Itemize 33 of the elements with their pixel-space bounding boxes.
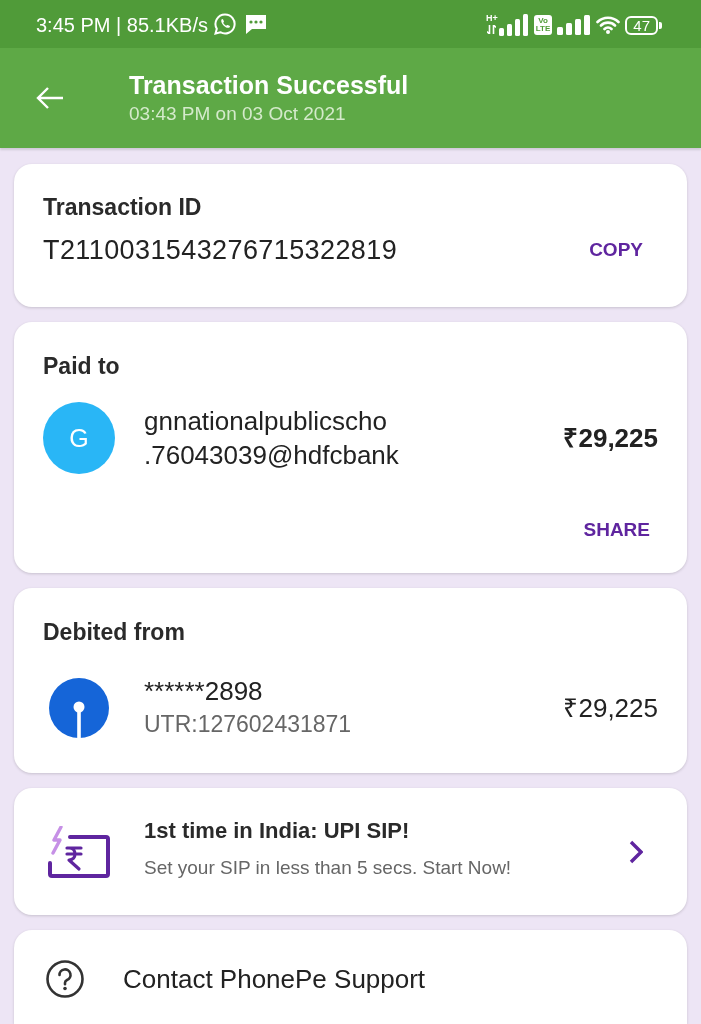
- chevron-right-icon: [629, 839, 643, 864]
- section-label: Transaction ID: [43, 193, 202, 221]
- utr-number: UTR:127602431871: [144, 710, 352, 739]
- back-arrow-icon[interactable]: [36, 86, 64, 110]
- promo-title: 1st time in India: UPI SIP!: [144, 817, 410, 845]
- phone-bubble-icon: [213, 13, 236, 35]
- signal-icon: [557, 15, 592, 35]
- amount: ₹29,225: [563, 692, 658, 725]
- status-time: 3:45 PM | 85.1KB/s: [36, 13, 208, 37]
- signal-icon: [498, 14, 529, 36]
- promo-subtitle: Set your SIP in less than 5 secs. Start Now!: [144, 856, 512, 880]
- section-label: Debited from: [43, 618, 185, 646]
- wifi-icon: [596, 16, 621, 34]
- support-button[interactable]: Contact PhonePe Support: [14, 930, 687, 1024]
- transaction-timestamp: 03:43 PM on 03 Oct 2021: [129, 101, 347, 126]
- amount: ₹29,225: [563, 422, 658, 455]
- share-button[interactable]: SHARE: [583, 516, 650, 544]
- transaction-id: T2110031543276715322819: [43, 234, 398, 267]
- data-arrows-icon: [487, 25, 497, 34]
- keyhole-logo-icon: [49, 678, 109, 738]
- question-circle-icon: [46, 960, 84, 998]
- section-label: Paid to: [43, 352, 120, 380]
- volte-badge: Vo LTE: [533, 15, 553, 35]
- avatar: G: [43, 402, 115, 474]
- payee-upi-id: gnnationalpublicscho .76043039@hdfcbank: [144, 405, 400, 472]
- promo-card[interactable]: 1st time in India: UPI SIP! Set your SIP in less than 5 secs. Start Now!: [14, 788, 687, 915]
- copy-button[interactable]: COPY: [589, 236, 643, 264]
- battery-indicator: 47: [625, 15, 662, 35]
- network-type: H+: [486, 14, 498, 23]
- message-icon: [243, 13, 268, 35]
- rupee-card-icon: [48, 825, 110, 878]
- screen-title: Transaction Successful: [129, 69, 409, 101]
- account-number: ******2898: [144, 675, 263, 707]
